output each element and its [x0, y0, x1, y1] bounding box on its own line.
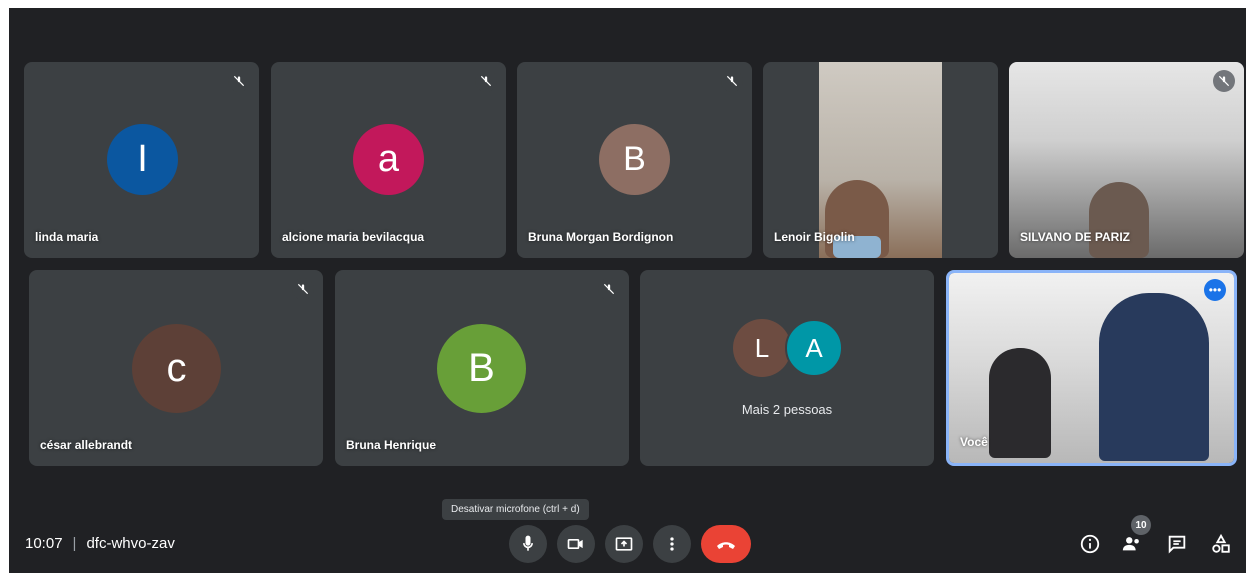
participant-name: Você — [960, 435, 988, 449]
person-silhouette — [1089, 182, 1149, 258]
mic-off-icon — [475, 70, 497, 92]
participant-tile[interactable]: B Bruna Morgan Bordignon — [517, 62, 752, 258]
avatar: B — [437, 324, 526, 413]
chat-button[interactable] — [1164, 531, 1190, 557]
avatar: A — [785, 319, 843, 377]
avatar: I — [107, 124, 178, 195]
info-button[interactable] — [1077, 531, 1103, 557]
mic-off-icon — [598, 278, 620, 300]
participant-tile[interactable]: c césar allebrandt — [29, 270, 323, 466]
avatar: L — [733, 319, 791, 377]
meeting-code: dfc-whvo-zav — [86, 535, 175, 552]
person-silhouette — [1099, 293, 1209, 461]
mic-off-icon — [1213, 70, 1235, 92]
camera-icon — [567, 539, 583, 549]
participant-tile[interactable]: B Bruna Henrique — [335, 270, 629, 466]
chat-icon — [1168, 535, 1186, 554]
tooltip: Desativar microfone (ctrl + d) — [442, 499, 589, 520]
more-options-button[interactable] — [653, 525, 691, 563]
end-call-icon — [717, 542, 735, 549]
separator: | — [72, 535, 77, 552]
self-video-tile[interactable]: ••• Você — [946, 270, 1237, 466]
participant-name: césar allebrandt — [40, 438, 133, 452]
present-screen-icon — [615, 537, 633, 551]
participant-video-tile[interactable]: Lenoir Bigolin — [763, 62, 998, 258]
microphone-icon — [523, 535, 533, 551]
more-options-icon[interactable]: ••• — [1204, 279, 1226, 301]
participant-tile[interactable]: I linda maria — [24, 62, 259, 258]
mic-off-icon — [228, 70, 250, 92]
more-people-label: Mais 2 pessoas — [741, 402, 833, 417]
people-icon — [1122, 537, 1139, 551]
more-options-icon — [670, 537, 674, 551]
meeting-details: 10:07 | dfc-whvo-zav — [25, 535, 175, 552]
participant-name: Bruna Henrique — [346, 438, 437, 452]
mic-off-icon — [721, 70, 743, 92]
present-button[interactable] — [605, 525, 643, 563]
people-button[interactable] — [1119, 531, 1145, 557]
meeting-time: 10:07 — [25, 535, 63, 552]
person-silhouette — [989, 348, 1051, 458]
participant-name: SILVANO DE PARIZ — [1020, 230, 1131, 244]
avatar: a — [353, 124, 424, 195]
participant-name: linda maria — [35, 230, 99, 244]
more-people-tile[interactable]: L A Mais 2 pessoas — [640, 270, 934, 466]
avatar: B — [599, 124, 670, 195]
info-icon — [1080, 534, 1100, 554]
camera-button[interactable] — [557, 525, 595, 563]
participant-name: Lenoir Bigolin — [774, 230, 855, 244]
avatar: c — [132, 324, 221, 413]
mic-off-icon — [292, 278, 314, 300]
meet-window: I linda maria a alcione maria bevilacqua… — [9, 8, 1246, 573]
participant-tile[interactable]: a alcione maria bevilacqua — [271, 62, 506, 258]
participant-video-tile[interactable]: SILVANO DE PARIZ — [1009, 62, 1244, 258]
activities-button[interactable] — [1208, 531, 1234, 557]
activities-icon — [1212, 533, 1230, 553]
participant-name: Bruna Morgan Bordignon — [528, 230, 674, 244]
microphone-button[interactable] — [509, 525, 547, 563]
end-call-button[interactable] — [701, 525, 751, 563]
participant-name: alcione maria bevilacqua — [282, 230, 425, 244]
